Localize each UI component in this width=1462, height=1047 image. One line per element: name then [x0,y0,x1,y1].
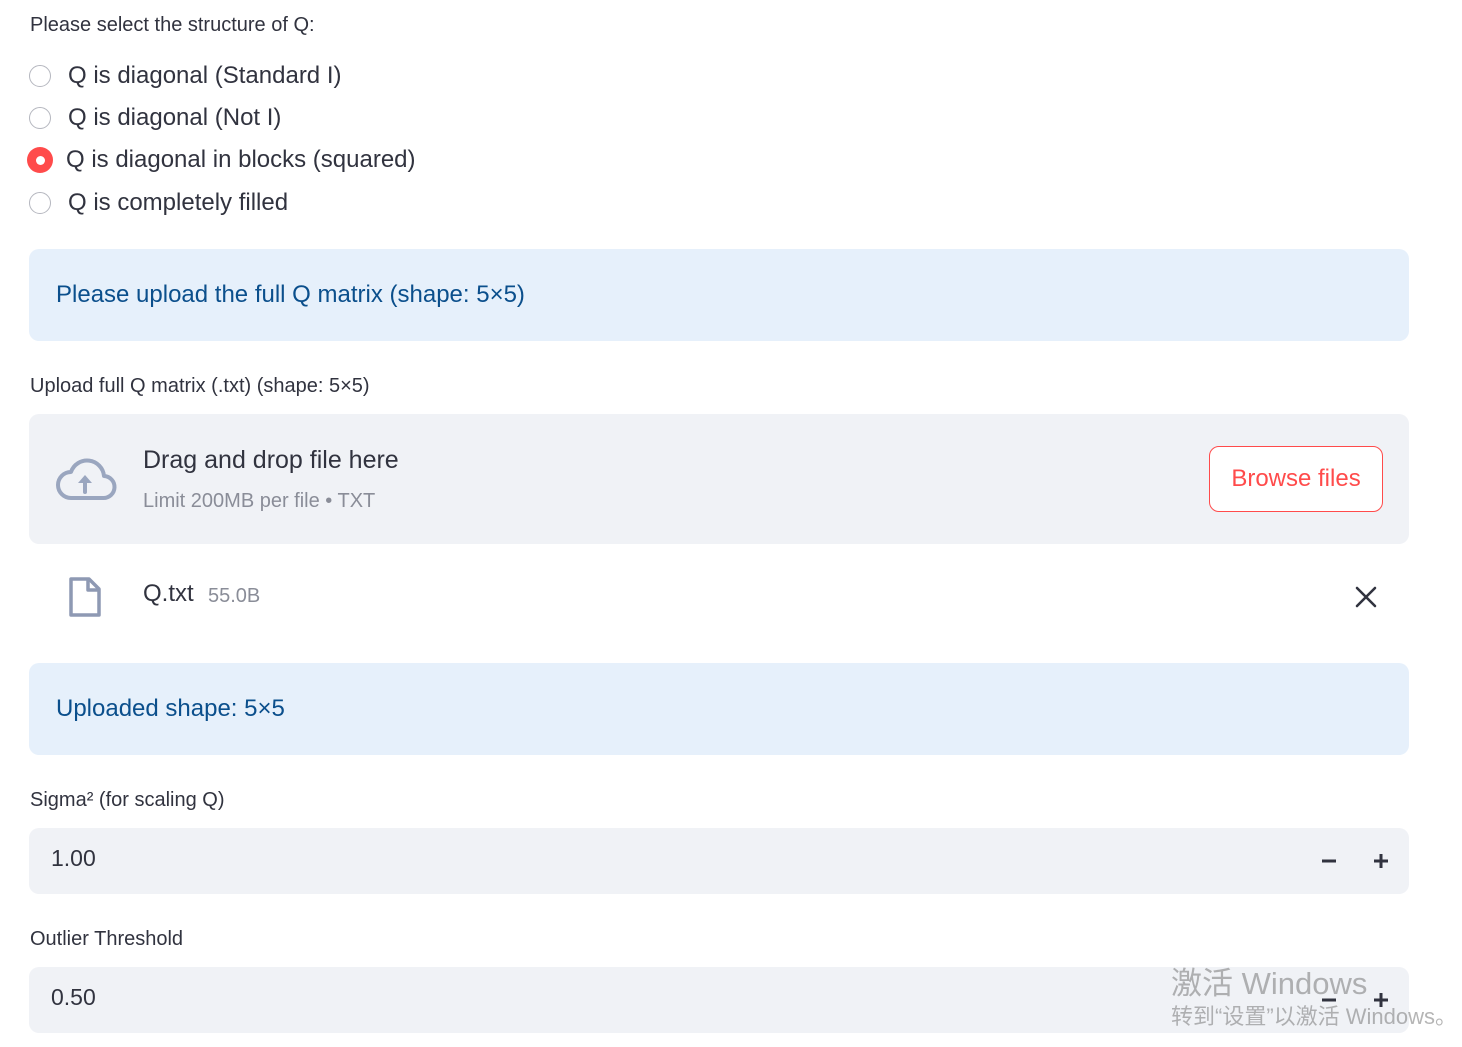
cloud-upload-icon [56,458,117,500]
outlier-threshold-label: Outlier Threshold [30,928,184,950]
sigma-label: Sigma² (for scaling Q) [30,789,225,811]
sigma-increment-button[interactable] [1363,843,1399,879]
radio-option-standard-identity[interactable]: Q is diagonal (Standard I) [29,61,341,91]
uploader-label: Upload full Q matrix (.txt) (shape: 5×5) [30,375,370,397]
minus-icon [1322,859,1336,863]
radio-selected-icon [27,147,53,173]
page: Please select the structure of Q: Q is d… [0,0,1462,1047]
radio-unselected-icon [29,192,51,214]
outlier-input-field[interactable] [51,984,1051,1011]
structure-label: Please select the structure of Q: [30,14,315,36]
sigma-input-field[interactable] [51,845,1051,872]
radio-option-diagonal-not-identity[interactable]: Q is diagonal (Not I) [29,103,281,133]
uploaded-file-row: Q.txt 55.0B [29,560,1409,632]
windows-activation-watermark-title: 激活 Windows [1171,966,1368,1001]
info-alert-upload: Please upload the full Q matrix (shape: … [29,249,1409,341]
radio-option-label: Q is diagonal in blocks (squared) [66,146,416,173]
sigma-decrement-button[interactable] [1311,843,1347,879]
sigma-number-input [29,828,1409,894]
radio-unselected-icon [29,107,51,129]
dropzone-title: Drag and drop file here [143,446,399,474]
plus-icon [1374,854,1388,868]
file-icon [69,577,101,617]
radio-unselected-icon [29,65,51,87]
file-name: Q.txt [143,580,194,607]
radio-option-label: Q is diagonal (Not I) [68,104,282,131]
radio-option-label: Q is diagonal (Standard I) [68,62,342,89]
remove-file-close-icon[interactable] [1351,582,1381,612]
radio-option-completely-filled[interactable]: Q is completely filled [29,188,288,218]
info-alert-shape: Uploaded shape: 5×5 [29,663,1409,755]
radio-option-label: Q is completely filled [68,189,289,216]
browse-files-button[interactable]: Browse files [1209,446,1383,512]
windows-activation-watermark-subtitle: 转到“设置”以激活 Windows。 [1171,1004,1458,1029]
file-size: 55.0B [208,585,261,607]
radio-dot [35,155,45,165]
dropzone-limit-text: Limit 200MB per file • TXT [143,490,376,512]
info-alert-text: Uploaded shape: 5×5 [56,695,285,722]
info-alert-text: Please upload the full Q matrix (shape: … [56,281,525,308]
radio-option-diagonal-blocks[interactable]: Q is diagonal in blocks (squared) [27,145,416,175]
file-dropzone[interactable]: Drag and drop file here Limit 200MB per … [29,414,1409,544]
